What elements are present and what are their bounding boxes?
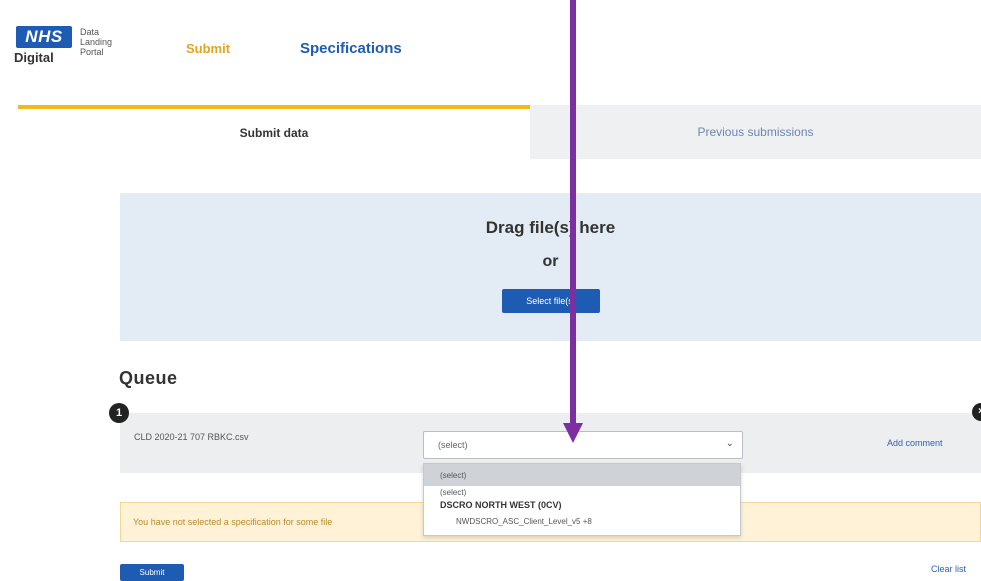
- annotation-arrow-icon: [563, 0, 583, 443]
